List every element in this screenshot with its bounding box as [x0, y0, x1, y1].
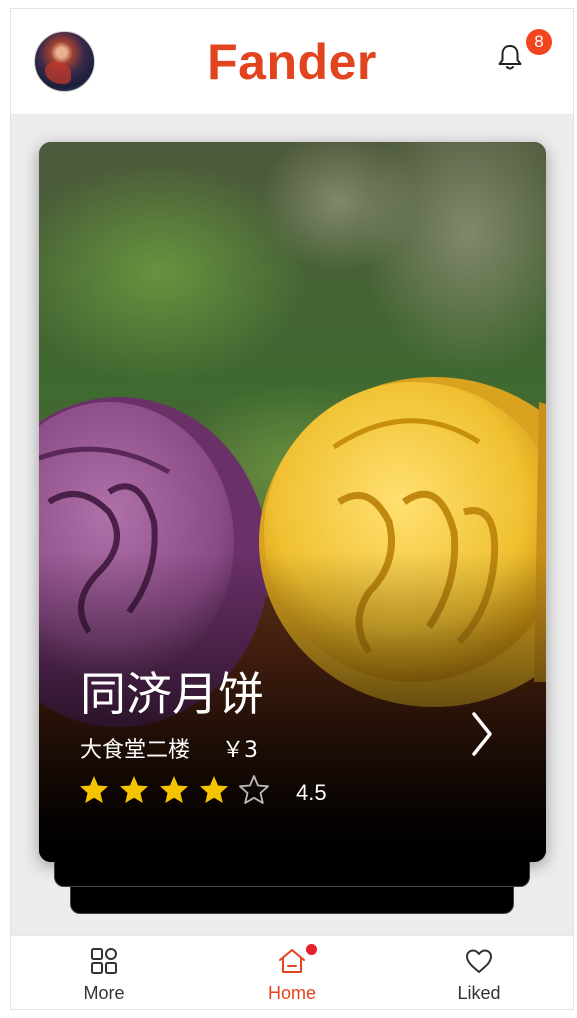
chevron-right-icon[interactable]: [471, 711, 493, 757]
star-filled-icon: [80, 776, 108, 803]
bell-icon[interactable]: [495, 42, 525, 72]
nav-item-home[interactable]: Home: [232, 936, 352, 1009]
heart-icon: [466, 949, 492, 973]
rating-value: 4.5: [296, 780, 327, 805]
top-bar: Fander 8: [11, 9, 573, 115]
food-price: ￥3: [222, 738, 259, 763]
grid-icon: [91, 948, 117, 974]
bottom-nav: More Home Liked: [11, 935, 573, 1009]
food-meta: 大食堂二楼 ￥3: [80, 732, 258, 764]
star-filled-icon: [200, 776, 228, 803]
app-frame: Fander 8 同济月饼 大食堂二楼 ￥3 4.5 More Home Lik…: [10, 8, 574, 1010]
home-indicator-dot: [306, 944, 317, 955]
star-filled-icon: [120, 776, 148, 803]
nav-item-more[interactable]: More: [44, 936, 164, 1009]
app-title: Fander: [207, 34, 377, 90]
nav-label-more: More: [83, 983, 125, 1003]
food-location: 大食堂二楼: [80, 738, 191, 763]
home-icon: [279, 949, 305, 973]
nav-label-home: Home: [267, 983, 316, 1003]
food-card[interactable]: 同济月饼 大食堂二楼 ￥3 4.5: [39, 142, 546, 862]
food-name: 同济月饼: [80, 667, 264, 721]
notification-badge: 8: [526, 29, 552, 55]
star-empty-icon: [239, 775, 269, 804]
rating-stars: [78, 774, 278, 806]
star-filled-icon: [160, 776, 188, 803]
nav-item-liked[interactable]: Liked: [419, 936, 539, 1009]
nav-label-liked: Liked: [457, 983, 501, 1003]
